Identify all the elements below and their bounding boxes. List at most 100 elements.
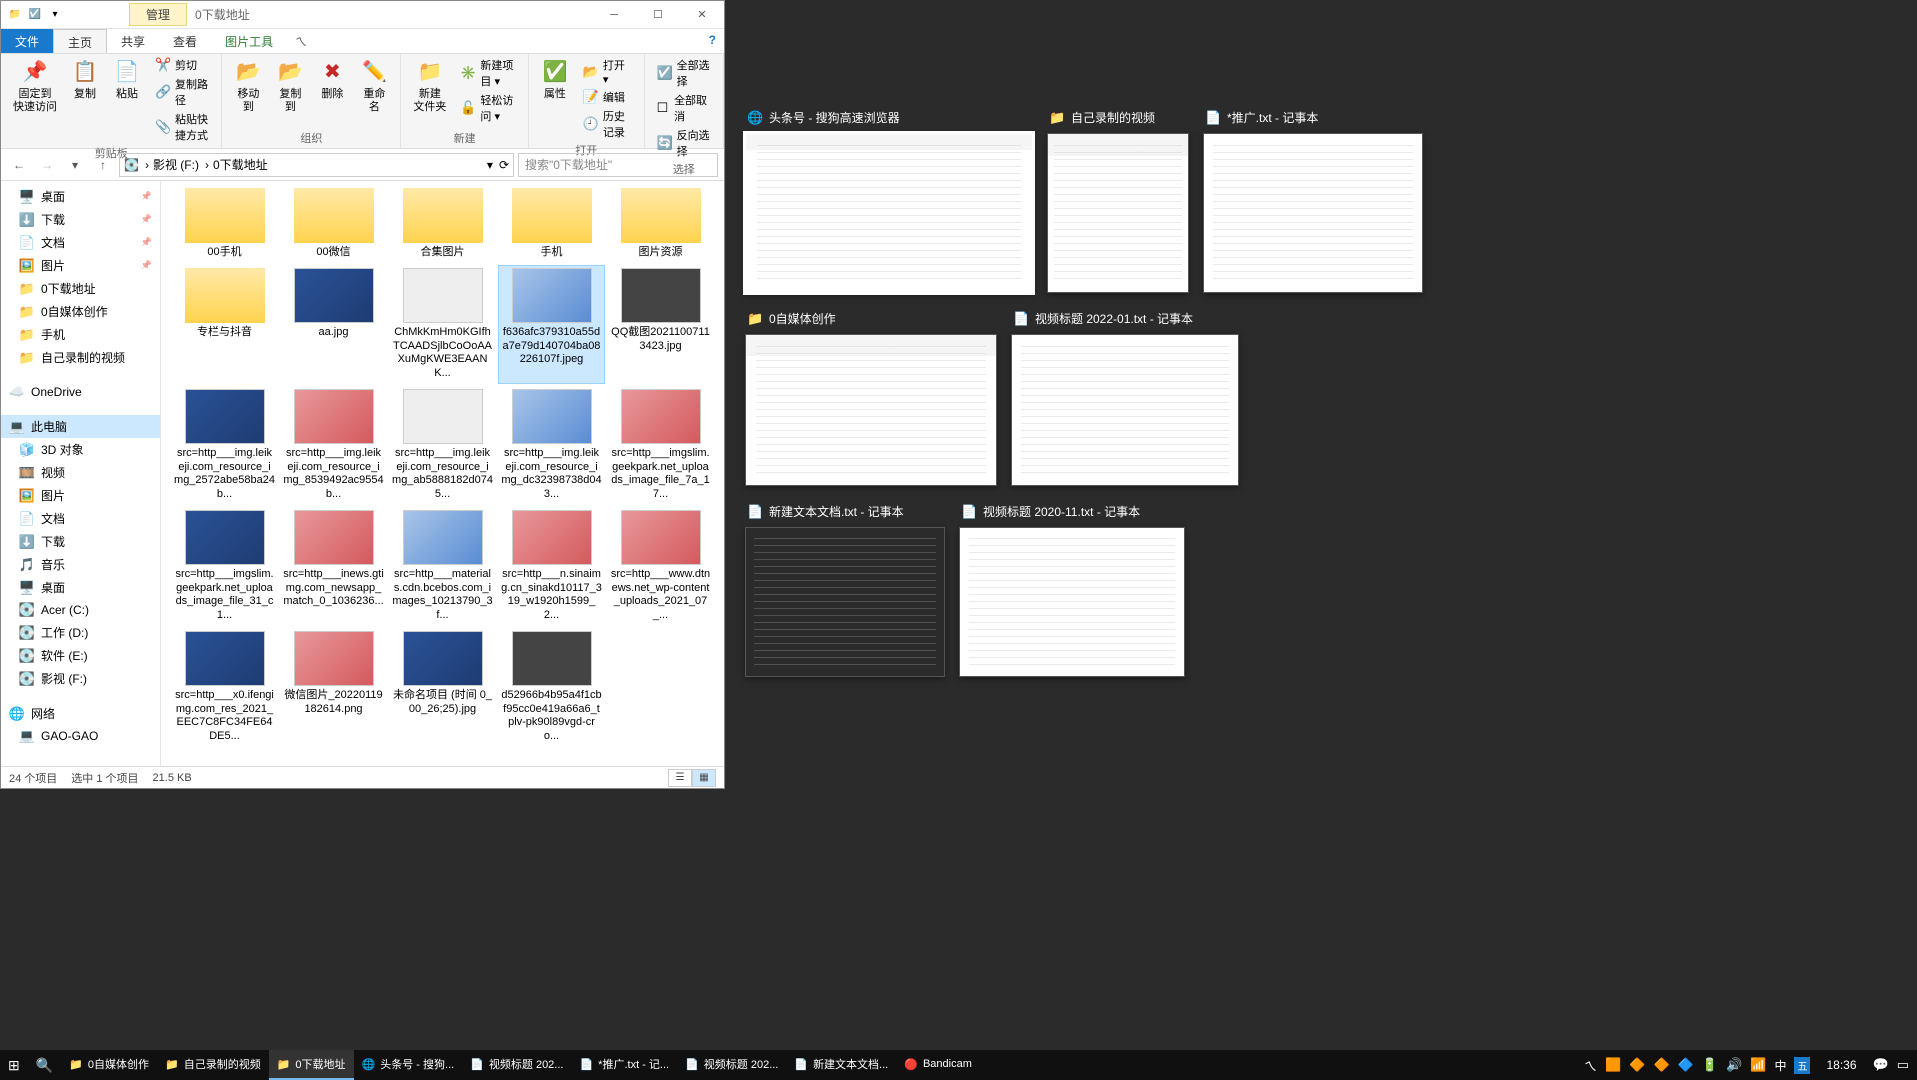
file-item[interactable]: src=http___x0.ifengimg.com_res_2021_EEC7… [171, 628, 278, 747]
task-switcher-item[interactable]: 📄*推广.txt - 记事本 [1203, 106, 1423, 293]
tray-battery-icon[interactable]: 🔋 [1702, 1057, 1718, 1073]
tab-file[interactable]: 文件 [1, 29, 53, 53]
file-item[interactable]: 微信图片_20220119182614.png [280, 628, 387, 747]
tray-app1-icon[interactable]: 🟧 [1605, 1057, 1621, 1073]
sidebar-thispc-item[interactable]: 🧊3D 对象 [1, 438, 160, 461]
sidebar-thispc-item[interactable]: 💽工作 (D:) [1, 621, 160, 644]
sidebar-thispc-item[interactable]: 🎞️视频 [1, 461, 160, 484]
start-button[interactable]: ⊞ [0, 1050, 28, 1080]
search-input[interactable]: 搜索"0下载地址" [518, 153, 718, 177]
maximize-button[interactable]: ☐ [636, 1, 680, 29]
properties-button[interactable]: ✅属性 [537, 56, 573, 103]
history-button[interactable]: 🕘历史记录 [579, 107, 636, 141]
folder-item[interactable]: 手机 [498, 185, 605, 263]
file-item[interactable]: d52966b4b95a4f1cbf95cc0e419a66a6_tplv-pk… [498, 628, 605, 747]
tray-app4-icon[interactable]: 🔷 [1678, 1057, 1694, 1073]
tray-ime[interactable]: 中 [1774, 1057, 1786, 1074]
action-center-icon[interactable]: ▭ [1897, 1057, 1909, 1073]
taskbar-task[interactable]: 📁自己录制的视频 [157, 1050, 269, 1080]
sidebar-quick-item[interactable]: ⬇️下载 [1, 208, 160, 231]
nav-forward-button[interactable]: → [35, 153, 59, 177]
cut-button[interactable]: ✂️剪切 [151, 56, 213, 74]
file-item[interactable]: src=http___img.leikeji.com_resource_img_… [389, 386, 496, 505]
sidebar-quick-item[interactable]: 🖼️图片 [1, 254, 160, 277]
file-item[interactable]: src=http___imgslim.geekpark.net_uploads_… [171, 507, 278, 626]
move-to-button[interactable]: 📂移动到 [230, 56, 266, 116]
tray-ime-icon[interactable]: 五 [1794, 1057, 1810, 1074]
select-all-button[interactable]: ☑️全部选择 [653, 56, 715, 90]
sidebar-quick-item[interactable]: 📁自己录制的视频 [1, 346, 160, 369]
sidebar-thispc-item[interactable]: 🖥️桌面 [1, 576, 160, 599]
nav-recent-button[interactable]: ▾ [63, 153, 87, 177]
sidebar-quick-item[interactable]: 📁0自媒体创作 [1, 300, 160, 323]
file-item[interactable]: src=http___imgslim.geekpark.net_uploads_… [607, 386, 714, 505]
taskbar-task[interactable]: 🔴Bandicam [896, 1050, 980, 1080]
taskbar-task[interactable]: 🌐头条号 - 搜狗... [354, 1050, 463, 1080]
file-item[interactable]: src=http___www.dtnews.net_wp-content_upl… [607, 507, 714, 626]
copy-to-button[interactable]: 📂复制到 [272, 56, 308, 116]
rename-button[interactable]: ✏️重命名 [356, 56, 392, 116]
sidebar-network-item[interactable]: 💻GAO-GAO [1, 725, 160, 747]
task-switcher-item[interactable]: 📁自己录制的视频 [1047, 106, 1189, 293]
file-item[interactable]: src=http___img.leikeji.com_resource_img_… [498, 386, 605, 505]
minimize-button[interactable]: ─ [592, 1, 636, 29]
tab-picture-tools[interactable]: 图片工具 [211, 29, 287, 53]
search-button[interactable]: 🔍 [28, 1050, 61, 1080]
file-item[interactable]: ChMkKmHm0KGIfhTCAADSjlbCoOoAAXuMgKWE3EAA… [389, 265, 496, 384]
sidebar-thispc-item[interactable]: 💽影视 (F:) [1, 667, 160, 690]
sidebar-onedrive[interactable]: ☁️OneDrive [1, 381, 160, 403]
easy-access-button[interactable]: 🔓轻松访问 ▾ [456, 91, 520, 125]
sidebar-quick-item[interactable]: 📄文档 [1, 231, 160, 254]
file-item[interactable]: aa.jpg [280, 265, 387, 384]
breadcrumb-folder[interactable]: 0下载地址 [213, 156, 268, 173]
close-button[interactable]: ✕ [680, 1, 724, 29]
breadcrumb-drive[interactable]: 影视 (F:) [153, 156, 199, 173]
file-item[interactable]: src=http___img.leikeji.com_resource_img_… [171, 386, 278, 505]
taskbar-task[interactable]: 📄视频标题 202... [677, 1050, 786, 1080]
tray-wifi-icon[interactable]: 📶 [1750, 1057, 1766, 1073]
file-item[interactable]: 未命名项目 (时间 0_00_26;25).jpg [389, 628, 496, 747]
sidebar-thispc-item[interactable]: 💽软件 (E:) [1, 644, 160, 667]
view-details-button[interactable]: ☰ [668, 769, 692, 787]
tray-app2-icon[interactable]: 🔶 [1629, 1057, 1645, 1073]
nav-up-button[interactable]: ↑ [91, 153, 115, 177]
new-item-button[interactable]: ✳️新建项目 ▾ [456, 56, 520, 90]
sidebar-quick-item[interactable]: 📁0下载地址 [1, 277, 160, 300]
clock[interactable]: 18:36 [1818, 1058, 1864, 1072]
sidebar-thispc-item[interactable]: 🎵音乐 [1, 553, 160, 576]
paste-button[interactable]: 📄粘贴 [109, 56, 145, 103]
select-none-button[interactable]: ☐全部取消 [653, 91, 715, 125]
taskbar-task[interactable]: 📄视频标题 202... [462, 1050, 571, 1080]
edit-button[interactable]: 📝编辑 [579, 88, 636, 106]
folder-item[interactable]: 00手机 [171, 185, 278, 263]
sidebar-thispc-item[interactable]: ⬇️下载 [1, 530, 160, 553]
address-dropdown-icon[interactable]: ▾ [487, 158, 493, 172]
tab-view[interactable]: 查看 [159, 29, 211, 53]
notifications-icon[interactable]: 💬 [1873, 1057, 1889, 1073]
sidebar-quick-item[interactable]: 📁手机 [1, 323, 160, 346]
file-item[interactable]: src=http___materials.cdn.bcebos.com_imag… [389, 507, 496, 626]
delete-button[interactable]: ✖删除 [314, 56, 350, 103]
sidebar-network[interactable]: 🌐网络 [1, 702, 160, 725]
folder-item[interactable]: 专栏与抖音 [171, 265, 278, 384]
file-item[interactable]: f636afc379310a55da7e79d140704ba08226107f… [498, 265, 605, 384]
file-item[interactable]: QQ截图20211007113423.jpg [607, 265, 714, 384]
tab-home[interactable]: 主页 [53, 29, 107, 53]
tray-chevron-icon[interactable]: ㄟ [1584, 1056, 1597, 1075]
sidebar-thispc[interactable]: 💻此电脑 [1, 415, 160, 438]
tray-app3-icon[interactable]: 🔶 [1654, 1057, 1670, 1073]
folder-item[interactable]: 图片资源 [607, 185, 714, 263]
sidebar-thispc-item[interactable]: 📄文档 [1, 507, 160, 530]
task-switcher-item[interactable]: 📄视频标题 2022-01.txt - 记事本 [1011, 307, 1239, 486]
taskbar-task[interactable]: 📄新建文本文档... [786, 1050, 896, 1080]
taskbar-task[interactable]: 📄*推广.txt - 记... [571, 1050, 677, 1080]
copy-path-button[interactable]: 🔗复制路径 [151, 75, 213, 109]
ribbon-collapse-button[interactable]: ㄟ [287, 29, 315, 53]
address-bar[interactable]: 💽 ›影视 (F:) ›0下载地址 ▾ ⟳ [119, 153, 514, 177]
tray-volume-icon[interactable]: 🔊 [1726, 1057, 1742, 1073]
qa-dropdown-icon[interactable]: ▾ [47, 7, 63, 23]
task-switcher-item[interactable]: 🌐头条号 - 搜狗高速浏览器 [745, 106, 1033, 293]
nav-back-button[interactable]: ← [7, 153, 31, 177]
taskbar-task[interactable]: 📁0下载地址 [269, 1050, 354, 1080]
paste-shortcut-button[interactable]: 📎粘贴快捷方式 [151, 110, 213, 144]
